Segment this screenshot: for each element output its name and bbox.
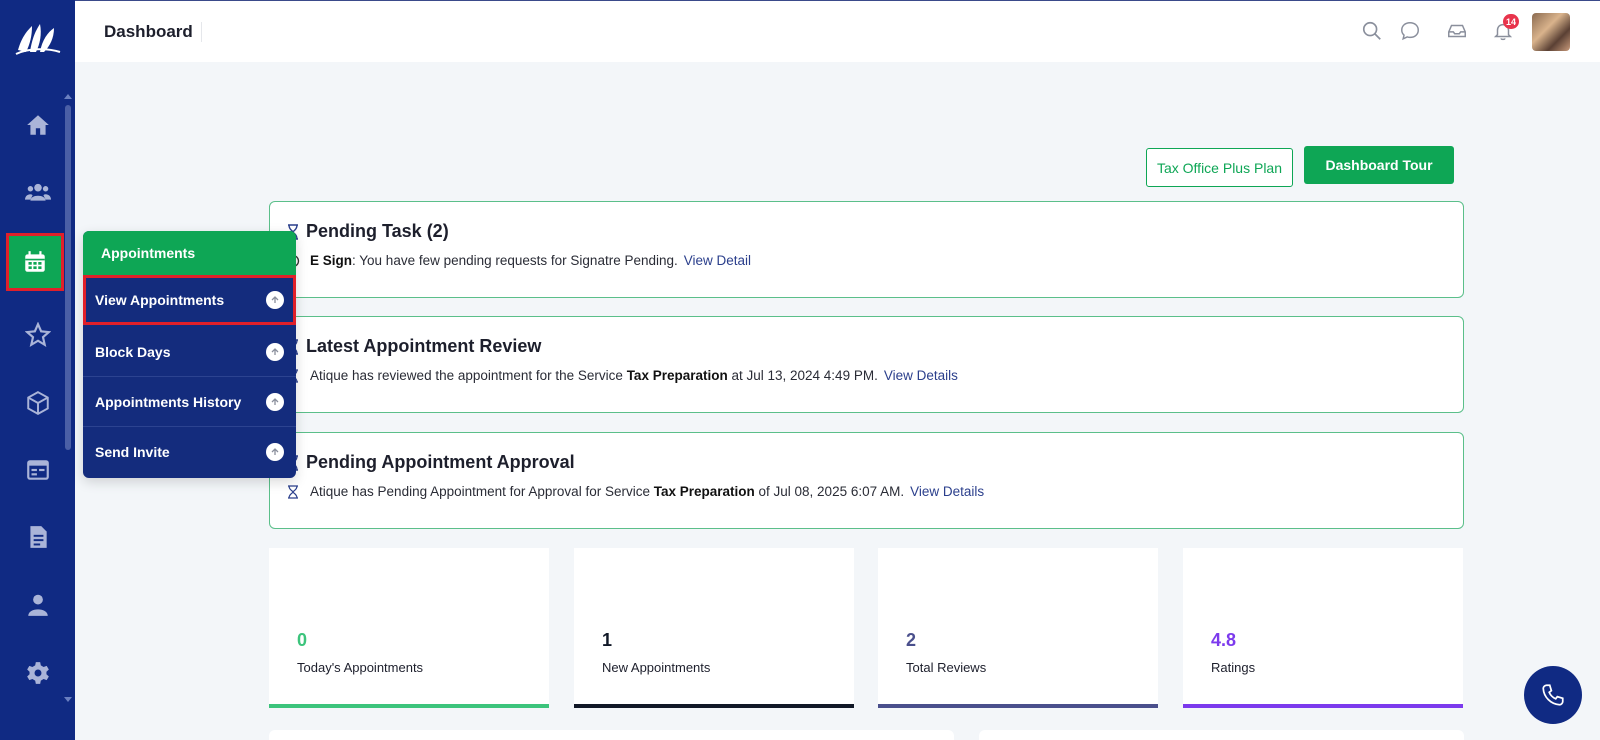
- calendar-icon: [25, 251, 45, 272]
- dashboard-tour-button[interactable]: Dashboard Tour: [1304, 146, 1454, 184]
- arrow-up-circle-icon: [266, 443, 284, 461]
- pending-task-panel: Pending Task (2) E Sign: You have few pe…: [269, 201, 1464, 298]
- panel-message: Atique has Pending Appointment for Appro…: [310, 484, 984, 499]
- stat-card-ratings[interactable]: 4.8 Ratings: [1183, 548, 1463, 708]
- arrow-up-circle-icon: [266, 291, 284, 309]
- sidebar-item-profile[interactable]: [0, 580, 75, 630]
- chat-button[interactable]: [1399, 20, 1421, 42]
- latest-review-panel: Latest Appointment Review Atique has rev…: [269, 316, 1464, 413]
- gear-icon: [26, 662, 49, 684]
- stat-label: Total Reviews: [906, 660, 987, 675]
- sidebar-item-appointments[interactable]: [6, 233, 64, 291]
- stat-label: Ratings: [1211, 660, 1256, 675]
- stat-label: Today's Appointments: [297, 660, 424, 675]
- user-avatar[interactable]: [1532, 13, 1570, 51]
- scroll-up-arrow[interactable]: [64, 94, 72, 99]
- search-icon: [1362, 21, 1381, 40]
- menu-item-label: Appointments History: [95, 393, 242, 410]
- panel-message-service: Tax Preparation: [653, 484, 755, 499]
- package-icon: [26, 391, 49, 415]
- hourglass-small-icon: [288, 485, 298, 499]
- brand-logo[interactable]: [14, 18, 62, 58]
- panel-message: E Sign: You have few pending requests fo…: [310, 253, 751, 268]
- menu-item-send-invite[interactable]: Send Invite: [83, 427, 296, 477]
- panel-title: Latest Appointment Review: [306, 336, 542, 356]
- page-title: Dashboard: [104, 22, 202, 42]
- menu-item-label: View Appointments: [95, 292, 225, 308]
- search-button[interactable]: [1361, 20, 1383, 42]
- menu-item-view-appointments[interactable]: View Appointments: [83, 275, 296, 325]
- sidebar-scrollbar[interactable]: [65, 105, 71, 450]
- sidebar-item-home[interactable]: [0, 100, 75, 150]
- sidebar-item-board[interactable]: [0, 445, 75, 495]
- inbox-button[interactable]: [1446, 20, 1468, 42]
- view-detail-link[interactable]: View Detail: [684, 253, 751, 268]
- pending-approval-panel: Pending Appointment Approval Atique has …: [269, 432, 1464, 529]
- bottom-card-right: [979, 730, 1464, 740]
- panel-message-text: : You have few pending requests for Sign…: [352, 253, 678, 268]
- panel-title: Pending Task (2): [306, 221, 449, 241]
- inbox-icon: [1448, 24, 1466, 38]
- view-details-link[interactable]: View Details: [884, 368, 958, 383]
- star-icon: [24, 322, 51, 347]
- call-button[interactable]: [1524, 666, 1582, 724]
- scroll-down-arrow[interactable]: [64, 697, 72, 702]
- menu-item-label: Send Invite: [95, 444, 170, 460]
- menu-item-block-days[interactable]: Block Days: [83, 327, 296, 377]
- sidebar-item-documents[interactable]: [0, 512, 75, 562]
- sidebar-item-settings[interactable]: [0, 648, 75, 698]
- bottom-card-left: [269, 730, 954, 740]
- sidebar: [0, 0, 75, 740]
- view-details-link[interactable]: View Details: [910, 484, 984, 499]
- stat-value: 4.8: [1211, 630, 1237, 650]
- sidebar-item-users[interactable]: [0, 167, 75, 217]
- stat-value: 1: [602, 630, 613, 650]
- stat-bar: [1183, 704, 1463, 708]
- panel-message-text: Atique has Pending Appointment for Appro…: [310, 484, 654, 499]
- notification-badge: 14: [1503, 14, 1520, 29]
- phone-icon: [1542, 684, 1564, 706]
- panel-message-tail: of Jul 08, 2025 6:07 AM.: [754, 484, 905, 499]
- sidebar-item-reviews[interactable]: [0, 310, 75, 360]
- stat-value: 2: [906, 630, 917, 650]
- panel-title: Pending Appointment Approval: [306, 452, 575, 472]
- panel-message-lead: E Sign: [310, 253, 353, 268]
- sidebar-item-services[interactable]: [0, 378, 75, 428]
- panel-message-text: Atique has reviewed the appointment for …: [310, 368, 627, 383]
- users-icon: [24, 183, 51, 201]
- stat-bar: [269, 704, 549, 708]
- arrow-up-circle-icon: [266, 393, 284, 411]
- tax-office-plan-button[interactable]: Tax Office Plus Plan: [1146, 148, 1293, 187]
- document-icon: [29, 526, 47, 548]
- panel-message: Atique has reviewed the appointment for …: [310, 368, 958, 383]
- panel-message-service: Tax Preparation: [626, 368, 728, 383]
- appointments-menu: Appointments View Appointments Block Day…: [83, 231, 296, 478]
- stat-card-new[interactable]: 1 New Appointments: [574, 548, 854, 708]
- stat-value: 0: [297, 630, 308, 650]
- board-icon: [26, 460, 49, 480]
- stat-card-reviews[interactable]: 2 Total Reviews: [878, 548, 1158, 708]
- panel-message-tail: at Jul 13, 2024 4:49 PM.: [727, 368, 878, 383]
- stat-card-today[interactable]: 0 Today's Appointments: [269, 548, 549, 708]
- menu-item-label: Block Days: [95, 343, 171, 360]
- menu-item-appointments-history[interactable]: Appointments History: [83, 377, 296, 427]
- stat-bar: [574, 704, 854, 708]
- stat-label: New Appointments: [602, 660, 711, 675]
- stat-bar: [878, 704, 1158, 708]
- appointments-menu-header[interactable]: Appointments: [83, 231, 296, 275]
- user-icon: [27, 594, 48, 616]
- home-icon: [26, 115, 49, 135]
- arrow-up-circle-icon: [266, 343, 284, 361]
- chat-icon: [1401, 22, 1419, 41]
